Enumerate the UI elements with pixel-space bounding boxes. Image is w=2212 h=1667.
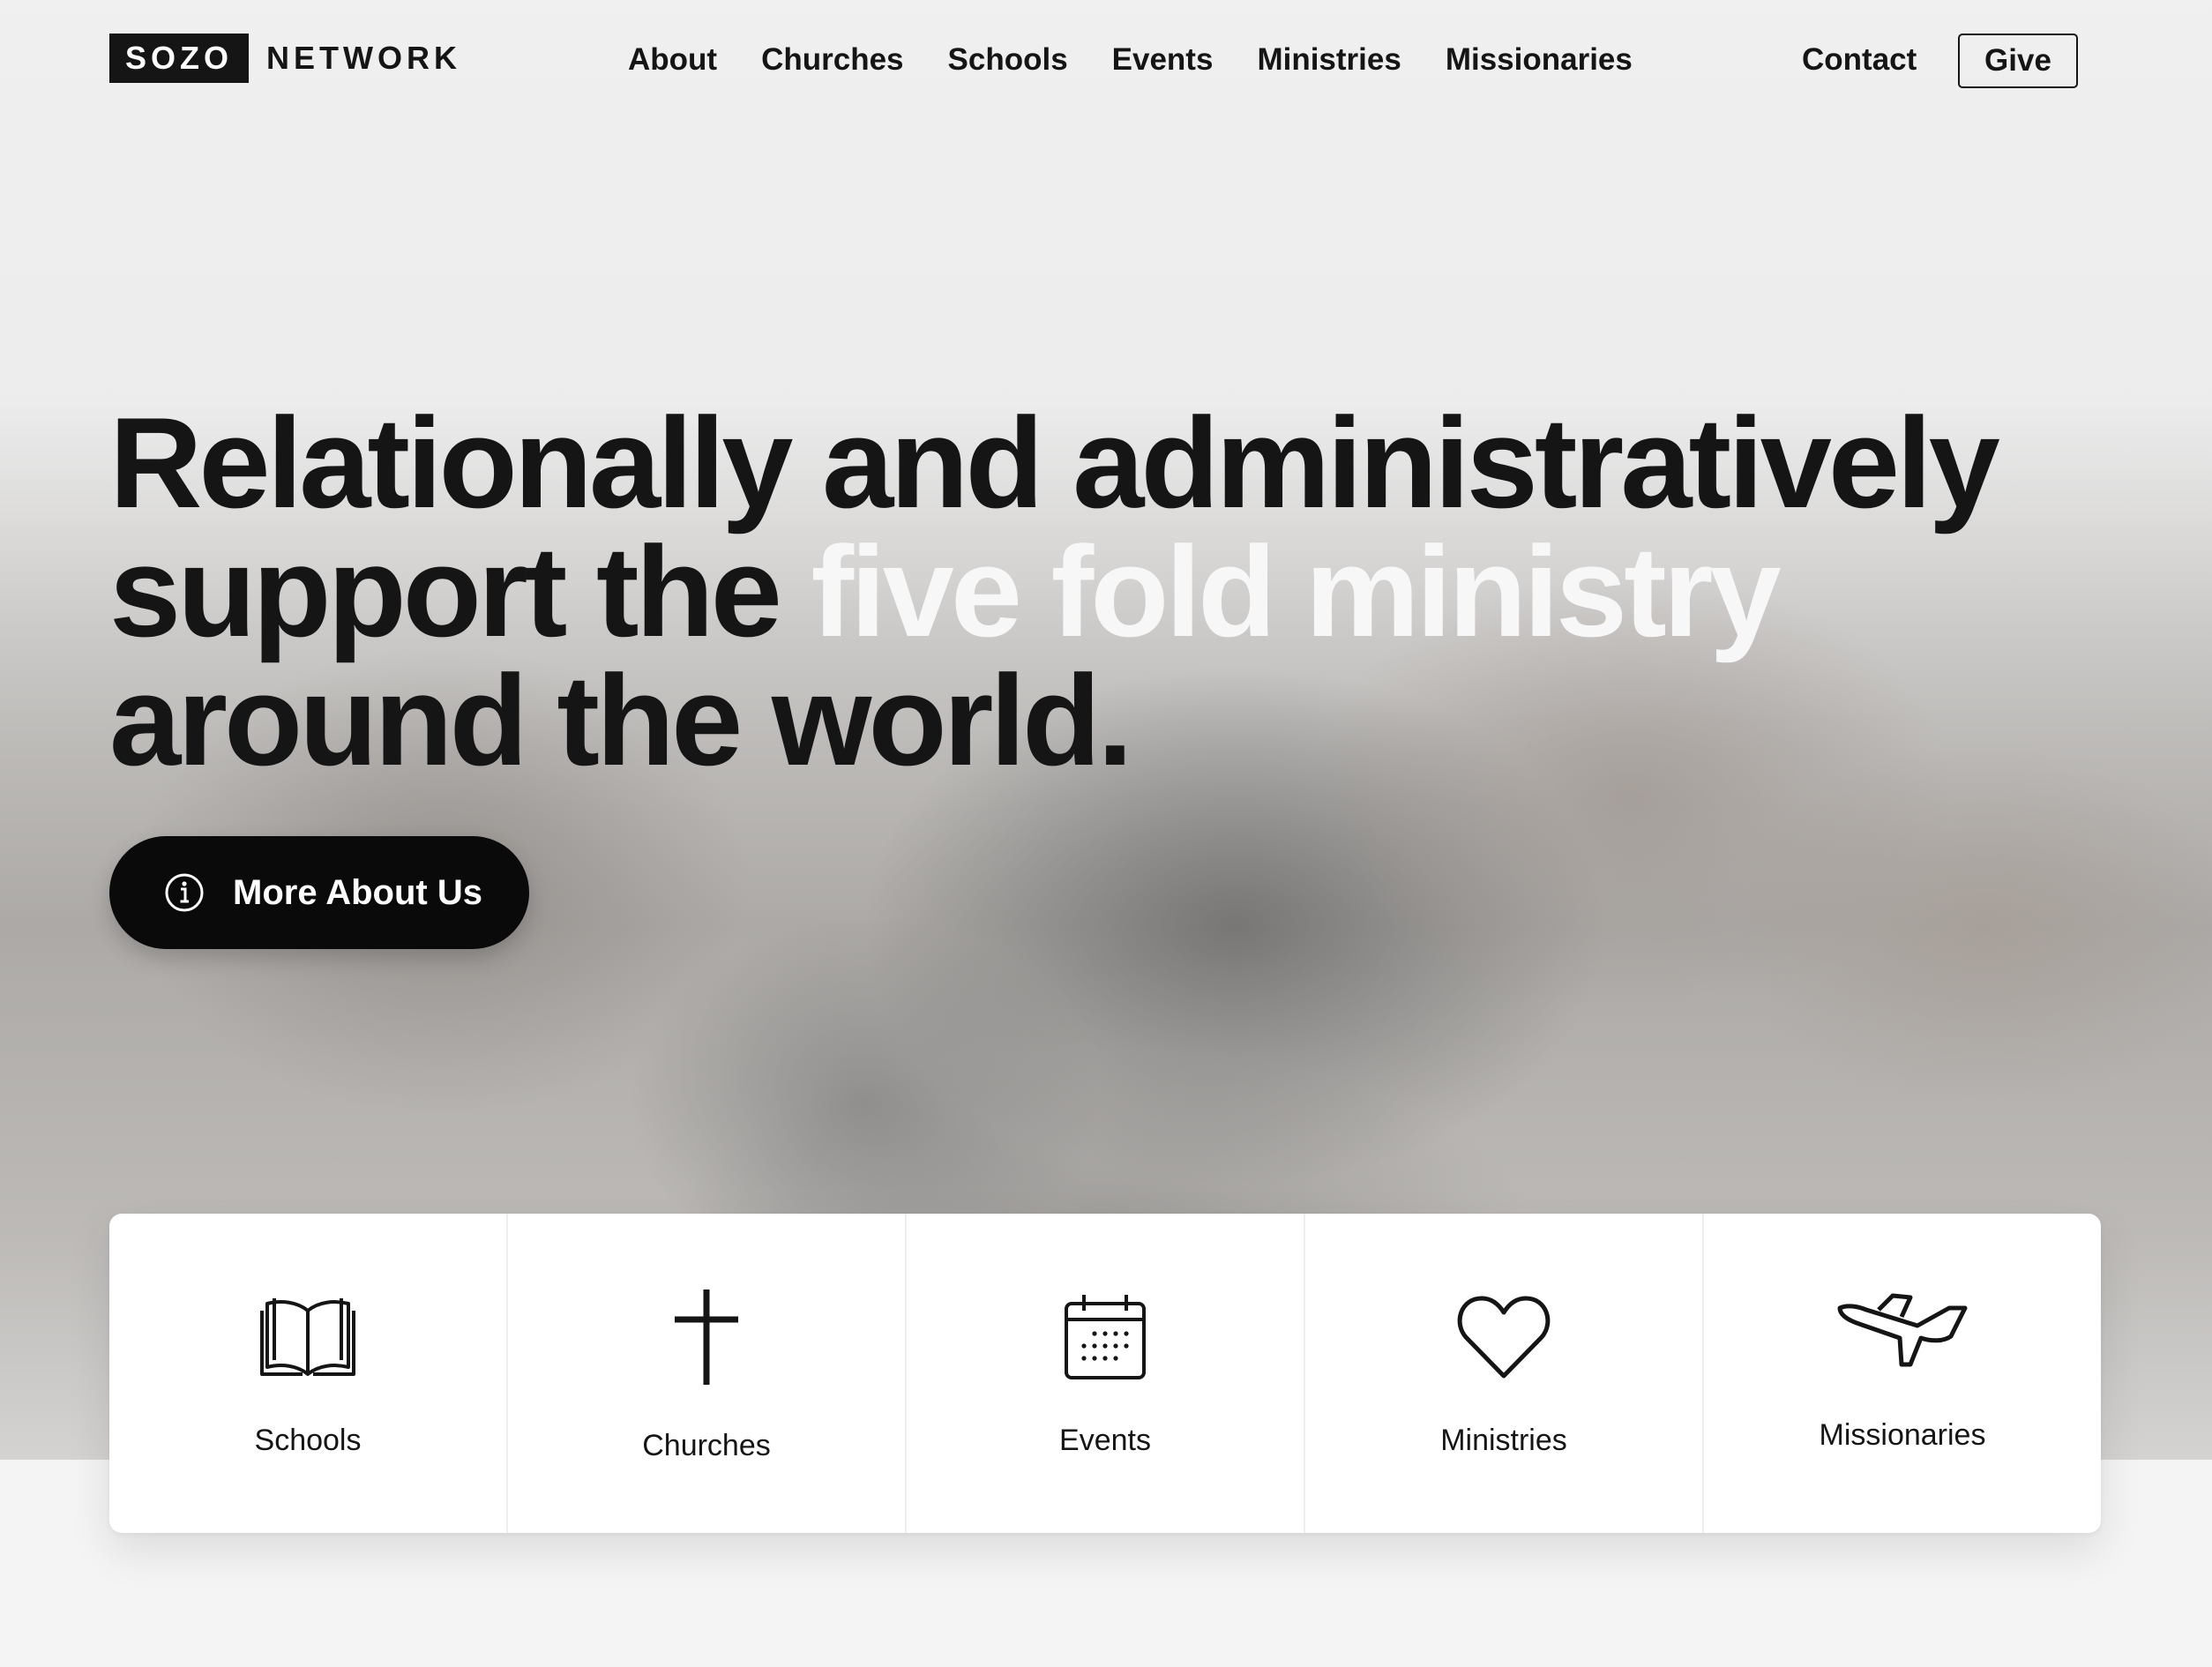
headline-line-1: Relationally and administratively <box>109 391 2000 534</box>
quick-link-schools-label: Schools <box>254 1424 362 1457</box>
quick-link-missionaries[interactable]: Missionaries <box>1704 1214 2101 1533</box>
give-button[interactable]: Give <box>1958 34 2078 88</box>
quick-link-churches-label: Churches <box>642 1429 771 1462</box>
logo-word: NETWORK <box>266 40 461 76</box>
quick-links-card: Schools Churches Events Ministries Missi… <box>109 1214 2101 1533</box>
nav-churches[interactable]: Churches <box>761 39 903 81</box>
nav-about[interactable]: About <box>628 39 717 81</box>
headline-line-2-start: support the <box>109 520 811 663</box>
quick-link-schools[interactable]: Schools <box>109 1214 508 1533</box>
nav-ministries[interactable]: Ministries <box>1257 39 1401 81</box>
logo[interactable]: SOZO NETWORK <box>109 34 461 83</box>
open-book-icon <box>258 1284 357 1390</box>
quick-link-ministries-label: Ministries <box>1440 1424 1567 1457</box>
headline-line-3: around the world. <box>109 648 1133 792</box>
airplane-icon <box>1836 1277 1969 1383</box>
calendar-icon <box>1063 1284 1147 1390</box>
nav-events[interactable]: Events <box>1112 39 1214 81</box>
quick-link-ministries[interactable]: Ministries <box>1305 1214 1704 1533</box>
nav-missionaries[interactable]: Missionaries <box>1446 39 1633 81</box>
site-header: SOZO NETWORK About Churches Schools Even… <box>0 0 2212 115</box>
quick-link-events-label: Events <box>1059 1424 1151 1457</box>
headline-line-2: support the five fold ministry <box>109 527 1962 656</box>
nav-contact[interactable]: Contact <box>1802 39 1917 81</box>
info-icon <box>164 872 205 913</box>
nav-schools[interactable]: Schools <box>948 39 1068 81</box>
quick-link-events[interactable]: Events <box>907 1214 1305 1533</box>
heart-icon <box>1455 1284 1552 1390</box>
more-about-us-button[interactable]: More About Us <box>109 836 529 949</box>
hero-headline: Relationally and administratively suppor… <box>109 391 2000 792</box>
more-about-us-label: More About Us <box>233 872 482 912</box>
quick-link-missionaries-label: Missionaries <box>1819 1418 1986 1452</box>
cross-icon <box>671 1284 742 1390</box>
headline-highlight: five fold ministry <box>811 520 1782 663</box>
quick-link-churches[interactable]: Churches <box>508 1214 907 1533</box>
logo-box: SOZO <box>109 34 250 83</box>
main-nav: About Churches Schools Events Ministries… <box>628 39 1677 81</box>
